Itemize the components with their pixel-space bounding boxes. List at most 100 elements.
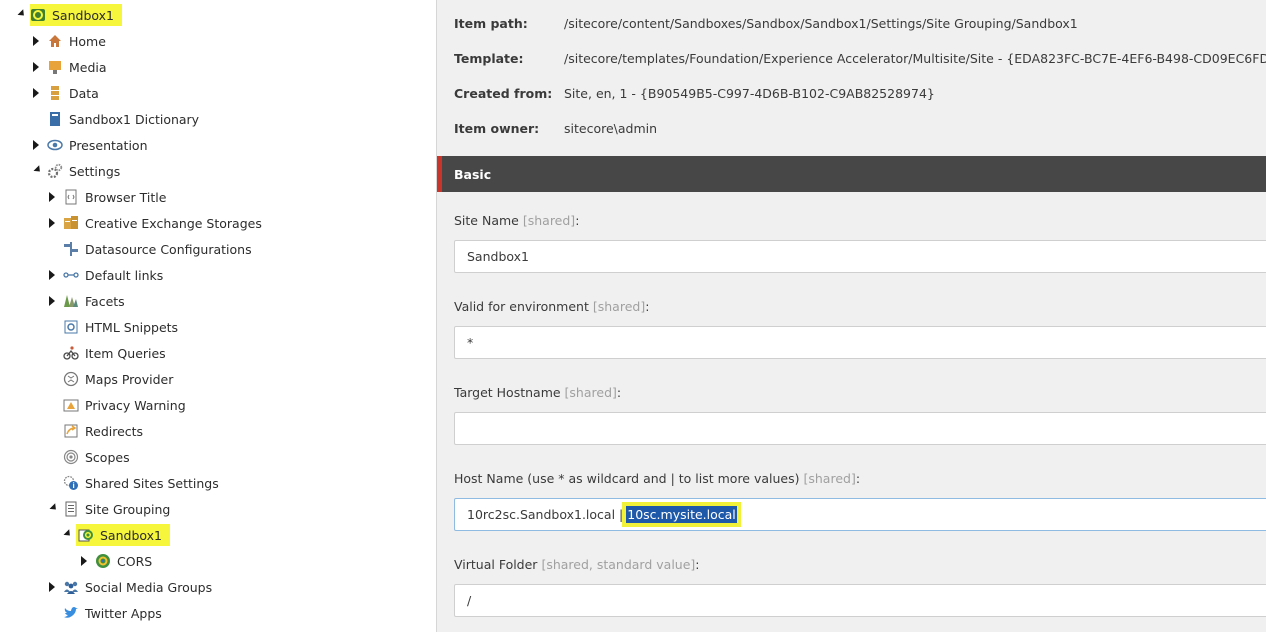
eye-icon [47, 137, 63, 153]
field-label-suffix: : [575, 213, 580, 228]
field-label-suffix: : [645, 299, 650, 314]
tree-item-default-links[interactable]: Default links [48, 264, 171, 286]
field-value: Sandbox1 [467, 249, 529, 264]
selected-text: 10sc.mysite.local [626, 506, 737, 523]
tree-item-label: Sandbox1 Dictionary [69, 111, 200, 127]
tree-item-home[interactable]: Home [32, 30, 114, 52]
info-key: Item path: [454, 16, 528, 31]
tree-item-label: Sandbox1 [100, 527, 162, 543]
virtual-folder-input[interactable]: / [454, 584, 1266, 617]
scope-icon [63, 449, 79, 465]
expand-arrow-icon[interactable] [63, 529, 73, 539]
tree-item-dictionary[interactable]: Sandbox1 Dictionary [32, 108, 207, 130]
info-value: /sitecore/content/Sandboxes/Sandbox/Sand… [564, 16, 1078, 31]
document-icon [63, 189, 79, 205]
tree-item-label: Twitter Apps [85, 605, 162, 621]
home-icon [47, 33, 63, 49]
tree-item-label: Default links [85, 267, 164, 283]
tree-item-label: Shared Sites Settings [85, 475, 219, 491]
expand-arrow-icon[interactable] [49, 503, 59, 513]
tree-item-datasource-configurations[interactable]: Datasource Configurations [48, 238, 260, 260]
tree-item-label: Presentation [69, 137, 148, 153]
snippet-icon [63, 319, 79, 335]
item-editor-panel: Item path: /sitecore/content/Sandboxes/S… [436, 0, 1266, 632]
expand-arrow-icon[interactable] [33, 165, 43, 175]
info-key: Item owner: [454, 121, 540, 136]
field-label-suffix: : [855, 471, 861, 486]
expand-arrow-icon[interactable] [33, 140, 39, 150]
field-label-text: Target Hostname [454, 385, 561, 400]
field-label-virtual-folder: Virtual Folder [shared, standard value]: [454, 557, 700, 572]
info-key: Created from: [454, 86, 553, 101]
valid-for-environment-input[interactable]: * [454, 326, 1266, 359]
tree-item-settings[interactable]: Settings [32, 160, 128, 182]
field-label-text: Virtual Folder [454, 557, 538, 572]
tree-item-redirects[interactable]: Redirects [48, 420, 151, 442]
list-icon [63, 501, 79, 517]
field-label-text: Valid for environment [454, 299, 589, 314]
expand-arrow-icon[interactable] [17, 9, 27, 19]
field-label-suffix: : [695, 557, 700, 572]
warning-icon [63, 397, 79, 413]
expand-arrow-icon[interactable] [49, 218, 55, 228]
tree-item-shared-sites-settings[interactable]: Shared Sites Settings [48, 472, 227, 494]
tree-item-label: Site Grouping [85, 501, 171, 517]
gear-icon [47, 163, 63, 179]
tree-item-social-media-groups[interactable]: Social Media Groups [48, 576, 220, 598]
expand-arrow-icon[interactable] [33, 88, 39, 98]
field-label-site-name: Site Name [shared]: [454, 213, 579, 228]
content-tree: Sandbox1 Home Media Data Sandbox1 Dictio… [0, 0, 436, 632]
media-icon [47, 59, 63, 75]
expand-arrow-icon[interactable] [49, 296, 55, 306]
field-value: / [467, 593, 472, 608]
host-name-input[interactable]: 10rc2sc.Sandbox1.local | 10sc.mysite.loc… [454, 498, 1266, 531]
tree-item-label: Data [69, 85, 99, 101]
field-meta: [shared] [522, 213, 576, 228]
tree-item-facets[interactable]: Facets [48, 290, 133, 312]
field-label-target-hostname: Target Hostname [shared]: [454, 385, 621, 400]
target-hostname-input[interactable] [454, 412, 1266, 445]
signpost-icon [63, 241, 79, 257]
expand-arrow-icon[interactable] [81, 556, 87, 566]
field-label-text: Site Name [454, 213, 519, 228]
link-icon [63, 267, 79, 283]
tree-item-label: Scopes [85, 449, 130, 465]
info-value: /sitecore/templates/Foundation/Experienc… [564, 51, 1266, 66]
data-icon [47, 85, 63, 101]
tree-item-presentation[interactable]: Presentation [32, 134, 156, 156]
tree-item-twitter-apps[interactable]: Twitter Apps [48, 602, 170, 624]
tree-item-cors[interactable]: CORS [80, 550, 160, 572]
expand-arrow-icon[interactable] [33, 36, 39, 46]
tree-item-label: Home [69, 33, 106, 49]
field-meta: [shared] [803, 471, 856, 486]
tree-item-scopes[interactable]: Scopes [48, 446, 138, 468]
tree-item-privacy-warning[interactable]: Privacy Warning [48, 394, 194, 416]
tree-item-media[interactable]: Media [32, 56, 115, 78]
expand-arrow-icon[interactable] [49, 192, 55, 202]
expand-arrow-icon[interactable] [49, 582, 55, 592]
tree-item-site-grouping[interactable]: Site Grouping [48, 498, 178, 520]
tree-item-html-snippets[interactable]: HTML Snippets [48, 316, 186, 338]
expand-arrow-icon[interactable] [33, 62, 39, 72]
field-label-host-name: Host Name (use * as wildcard and | to li… [454, 471, 860, 486]
tree-item-sandbox1-site[interactable]: Sandbox1 [62, 524, 170, 546]
cyclist-icon [63, 345, 79, 361]
tree-item-label: Maps Provider [85, 371, 174, 387]
expand-arrow-icon[interactable] [49, 270, 55, 280]
globe-icon [63, 371, 79, 387]
tree-item-browser-title[interactable]: Browser Title [48, 186, 174, 208]
tree-item-label: Item Queries [85, 345, 166, 361]
tree-item-data[interactable]: Data [32, 82, 107, 104]
facets-icon [63, 293, 79, 309]
tree-item-creative-exchange-storages[interactable]: Creative Exchange Storages [48, 212, 270, 234]
storage-icon [63, 215, 79, 231]
twitter-icon [63, 605, 79, 621]
section-header-basic[interactable]: Basic [437, 156, 1266, 192]
tree-item-maps-provider[interactable]: Maps Provider [48, 368, 181, 390]
field-label-suffix: : [616, 385, 622, 400]
site-name-input[interactable]: Sandbox1 [454, 240, 1266, 273]
info-key: Template: [454, 51, 524, 66]
info-value: Site, en, 1 - {B90549B5-C997-4D6B-B102-C… [564, 86, 935, 101]
tree-item-item-queries[interactable]: Item Queries [48, 342, 174, 364]
tree-item-sandbox1-root[interactable]: Sandbox1 [14, 4, 122, 26]
